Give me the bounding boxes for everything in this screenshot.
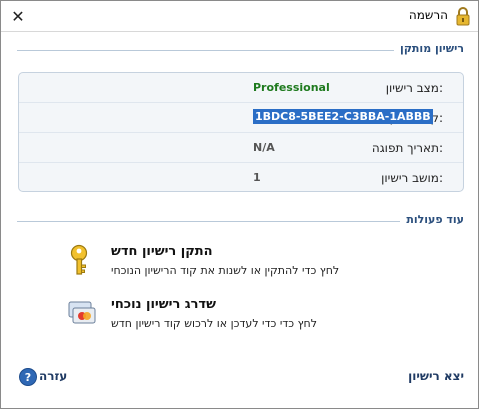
license-status-value: Professional (253, 81, 330, 94)
installed-license-section-header: רישיון מותקן (17, 42, 464, 56)
action-title: שדרג רישיון נוכחי (111, 297, 216, 312)
registration-window: ✕ הרשמה רישיון מותקן מצב רישיון: Profess… (0, 0, 479, 409)
license-seat-row: מושב רישיון: 1 (19, 163, 463, 192)
expiration-date-row: תאריך תפוגה: N/A (19, 133, 463, 163)
action-title: התקן רישיון חדש (111, 244, 213, 259)
license-info-panel: מצב רישיון: Professional קוד רישיון: 1BD… (18, 72, 464, 192)
action-description: לחץ כדי להתקין או לשנות את קוד הרישיון ה… (111, 264, 340, 277)
section-divider (17, 221, 464, 222)
license-seat-value: 1 (253, 171, 261, 184)
padlock-icon (456, 7, 470, 26)
upgrade-license-action[interactable]: שדרג רישיון נוכחי לחץ כדי כדי לעדכן או ל… (61, 297, 458, 337)
row-label: מושב רישיון: (381, 171, 443, 185)
section-title: רישיון מותקן (394, 42, 464, 55)
install-new-license-action[interactable]: התקן רישיון חדש לחץ כדי להתקין או לשנות … (61, 244, 458, 284)
help-icon[interactable]: ? (19, 368, 37, 386)
close-icon: ✕ (11, 6, 25, 26)
expiration-date-value: N/A (253, 141, 275, 154)
license-code-row: קוד רישיון: 1BDC8-5BEE2-C3BBA-1ABBB (19, 103, 463, 133)
action-description: לחץ כדי כדי לעדכן או לרכוש קוד רישיון חד… (111, 317, 317, 330)
key-icon (70, 244, 88, 275)
row-label: מצב רישיון: (385, 81, 443, 95)
close-button[interactable]: ✕ (7, 5, 29, 27)
help-link[interactable]: עזרה (39, 369, 67, 383)
window-title: הרשמה (408, 8, 448, 22)
section-title: עוד פעולות (400, 213, 464, 226)
license-code-value[interactable]: 1BDC8-5BEE2-C3BBA-1ABBB (253, 109, 433, 124)
more-actions-section-header: עוד פעולות (17, 213, 464, 227)
credit-card-icon (68, 301, 96, 324)
title-bar: ✕ הרשמה (1, 1, 478, 32)
exit-license-link[interactable]: יצא רישיון (408, 369, 464, 383)
row-label: תאריך תפוגה: (371, 141, 443, 155)
license-status-row: מצב רישיון: Professional (19, 73, 463, 103)
